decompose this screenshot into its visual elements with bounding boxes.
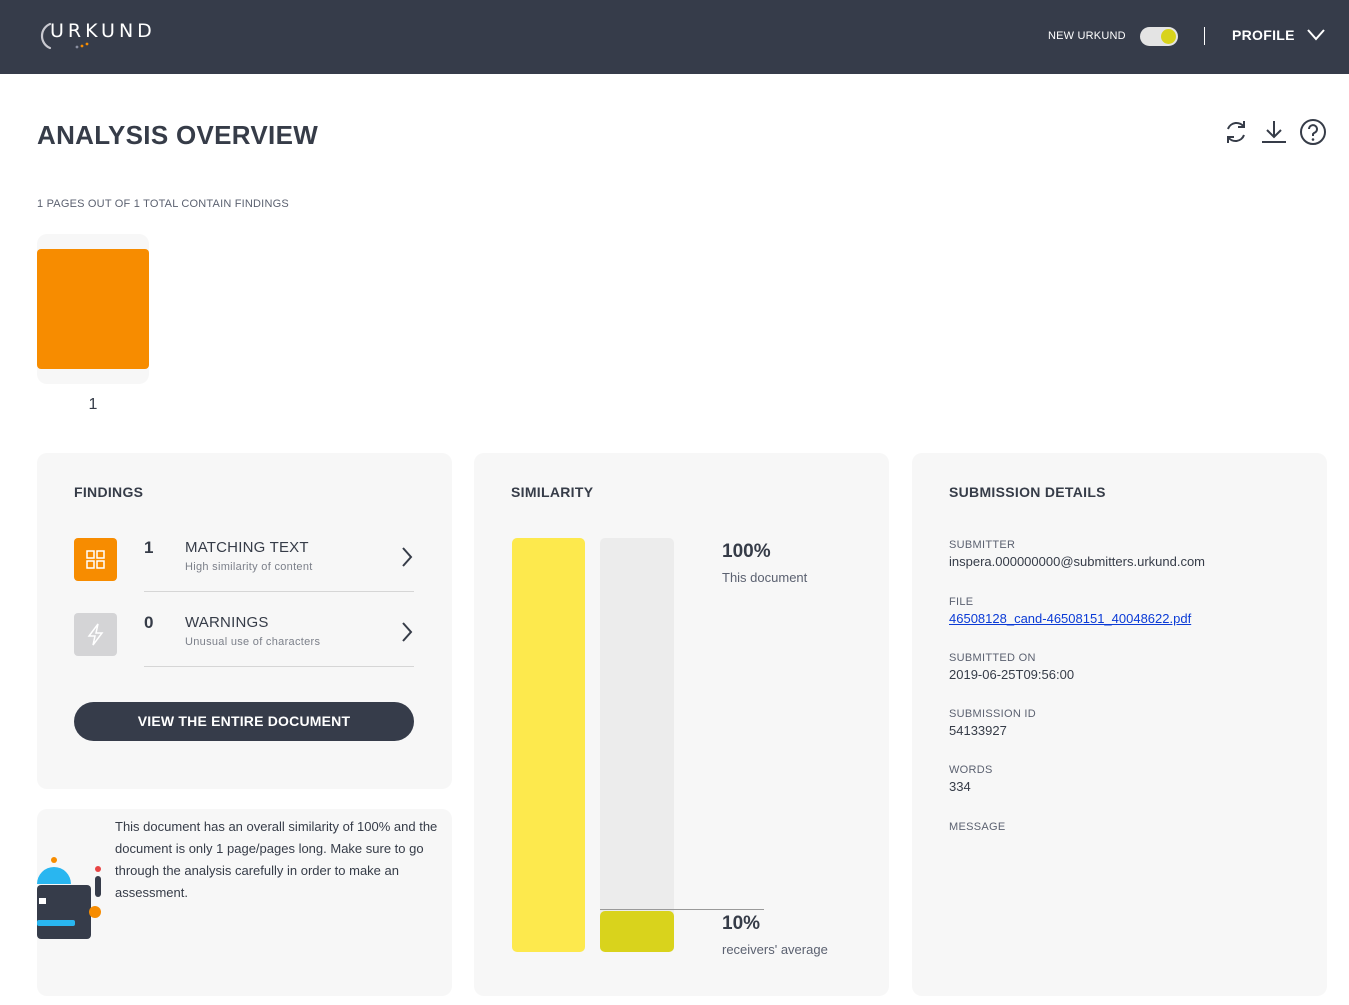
matching-text-sub: High similarity of content (185, 561, 313, 573)
page-thumbnail-finding (37, 249, 149, 369)
file-link[interactable]: 46508128_cand-46508151_40048622.pdf (949, 611, 1191, 626)
refresh-icon[interactable] (1222, 118, 1250, 146)
average-similarity-value: 10% (722, 913, 761, 934)
submitter-label: SUBMITTER (949, 539, 1016, 551)
submitted-on-label: SUBMITTED ON (949, 652, 1036, 664)
finding-divider (144, 666, 414, 667)
words-value: 334 (949, 779, 971, 794)
submission-id-label: SUBMISSION ID (949, 708, 1037, 720)
matching-text-label: MATCHING TEXT (185, 539, 309, 556)
message-label: MESSAGE (949, 821, 1006, 833)
lightning-icon (87, 623, 104, 646)
help-icon[interactable] (1299, 118, 1327, 146)
urkund-logo[interactable]: URKUND (36, 14, 186, 54)
similarity-document-bar (512, 538, 585, 952)
warnings-icon-box (74, 613, 117, 656)
average-marker-line (600, 909, 764, 910)
header-separator (1204, 27, 1205, 45)
page-thumbnail-number: 1 (88, 396, 98, 413)
warnings-label: WARNINGS (185, 614, 269, 631)
submission-id-value: 54133927 (949, 723, 1007, 738)
top-bar: URKUND NEW URKUND PROFILE (0, 0, 1349, 74)
profile-menu[interactable]: PROFILE (1232, 27, 1295, 43)
logo-text: URKUND (50, 20, 156, 42)
finding-matching-text[interactable]: 1 MATCHING TEXT High similarity of conte… (74, 538, 414, 602)
document-similarity-value: 100% (722, 541, 771, 562)
chevron-right-icon[interactable] (400, 546, 414, 568)
finding-divider (144, 591, 414, 592)
file-label: FILE (949, 596, 974, 608)
robot-assistant-icon (37, 857, 101, 939)
page-title: ANALYSIS OVERVIEW (37, 120, 319, 150)
logo-dots-icon (75, 42, 89, 49)
pages-info: 1 PAGES OUT OF 1 TOTAL CONTAIN FINDINGS (37, 198, 289, 210)
chevron-right-icon[interactable] (400, 621, 414, 643)
matching-text-count: 1 (144, 538, 154, 557)
view-entire-document-button[interactable]: VIEW THE ENTIRE DOCUMENT (74, 702, 414, 741)
document-similarity-label: This document (722, 570, 808, 585)
chevron-down-icon[interactable] (1306, 27, 1326, 43)
similarity-title: SIMILARITY (511, 484, 594, 500)
page-thumbnail[interactable] (37, 234, 149, 384)
download-icon[interactable] (1260, 118, 1288, 146)
toggle-knob (1161, 29, 1176, 44)
finding-warnings[interactable]: 0 WARNINGS Unusual use of characters (74, 613, 414, 677)
submitter-value: inspera.000000000@submitters.urkund.com (949, 554, 1206, 569)
matching-text-icon-box (74, 538, 117, 581)
submitted-on-value: 2019-06-25T09:56:00 (949, 667, 1075, 682)
average-similarity-label: receivers' average (722, 942, 828, 957)
new-urkund-label: NEW URKUND (1048, 30, 1126, 42)
warnings-sub: Unusual use of characters (185, 636, 321, 648)
similarity-average-bar (600, 911, 674, 952)
similarity-average-track (600, 538, 674, 952)
toolbar (1222, 118, 1332, 148)
assistant-message: This document has an overall similarity … (115, 819, 438, 900)
warnings-count: 0 (144, 613, 154, 632)
words-label: WORDS (949, 764, 993, 776)
findings-title: FINDINGS (74, 484, 144, 500)
submission-details-title: SUBMISSION DETAILS (949, 484, 1106, 500)
grid-icon (86, 550, 105, 569)
new-urkund-toggle[interactable] (1140, 27, 1178, 46)
